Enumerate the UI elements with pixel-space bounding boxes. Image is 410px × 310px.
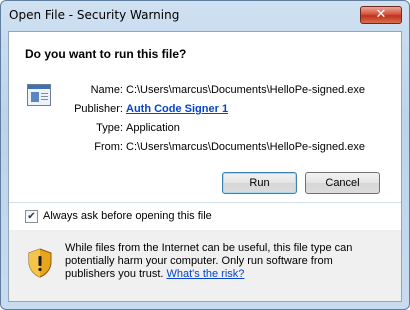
- from-label: From:: [94, 141, 123, 153]
- publisher-label: Publisher:: [74, 103, 123, 115]
- security-warning-window: Open File - Security Warning ✕ Do you wa…: [0, 0, 410, 310]
- type-value: Application: [126, 122, 180, 134]
- always-ask-label[interactable]: Always ask before opening this file: [43, 210, 212, 222]
- from-value: C:\Users\marcus\Documents\HelloPe-signed…: [126, 141, 366, 153]
- whats-the-risk-link[interactable]: What's the risk?: [167, 268, 245, 280]
- warning-footer: While files from the Internet can be use…: [9, 230, 401, 301]
- cancel-button[interactable]: Cancel: [305, 172, 380, 194]
- warning-message: While files from the Internet can be use…: [65, 242, 375, 281]
- window-title: Open File - Security Warning: [9, 8, 180, 22]
- dialog-question: Do you want to run this file?: [25, 47, 187, 61]
- title-bar[interactable]: Open File - Security Warning ✕: [1, 1, 409, 31]
- checkmark-icon: ✔: [27, 211, 36, 222]
- type-label: Type:: [96, 122, 123, 134]
- name-value: C:\Users\marcus\Documents\HelloPe-signed…: [126, 84, 366, 96]
- name-label: Name:: [90, 84, 123, 96]
- close-button[interactable]: ✕: [360, 6, 402, 24]
- publisher-link[interactable]: Auth Code Signer 1: [126, 103, 228, 115]
- always-ask-checkbox[interactable]: ✔: [25, 210, 38, 223]
- dialog-body: Do you want to run this file? Name: C:\U…: [8, 31, 402, 302]
- close-icon: ✕: [375, 7, 387, 22]
- run-button[interactable]: Run: [222, 172, 297, 194]
- security-shield-icon: [28, 248, 52, 278]
- divider: [9, 202, 401, 203]
